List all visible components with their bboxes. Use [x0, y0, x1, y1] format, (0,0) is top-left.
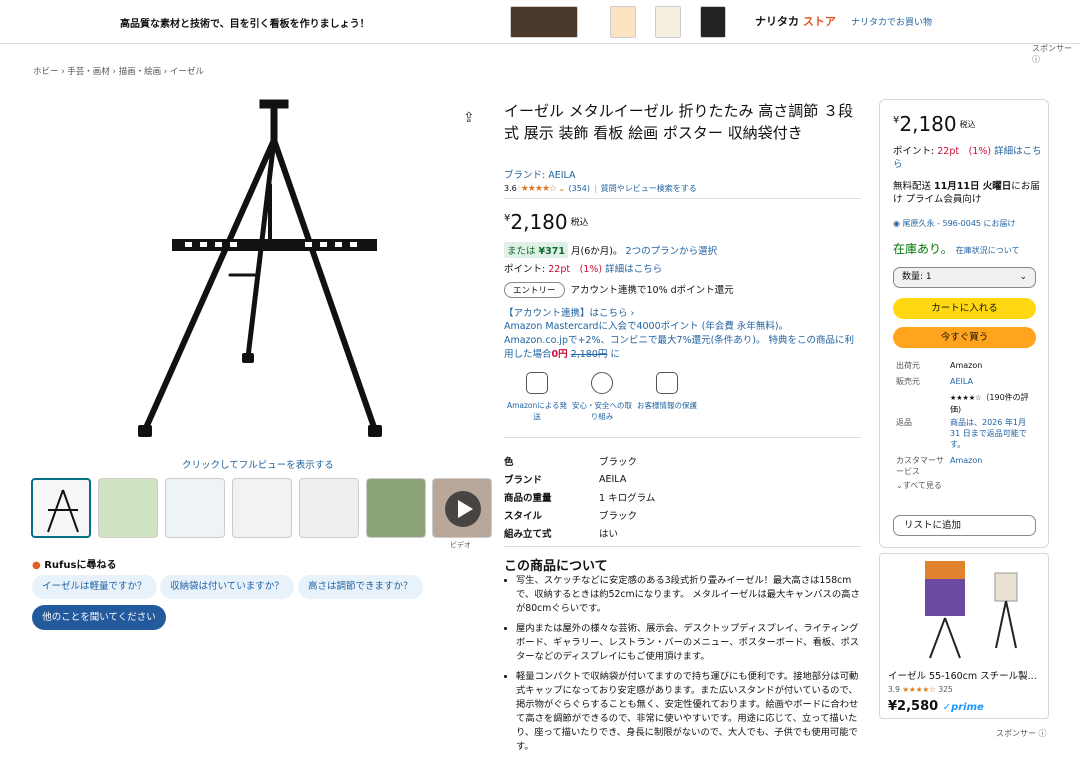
buy-box: ¥2,180 税込 ポイント: 22pt (1%) 詳細はこちら 無料配送 11月… [879, 99, 1049, 548]
rufus-icon: ● [32, 560, 41, 571]
rufus-ask-button[interactable]: 他のことを聞いてください [32, 605, 166, 630]
customer-service-link[interactable]: Amazon [950, 455, 982, 466]
seller-label: 販売元 [896, 377, 920, 386]
brand-link[interactable]: ブランド: AEILA [504, 167, 576, 181]
spec-table: 色ブラック ブランド AEILA 商品の重量 1 キログラム スタイル ブラック 組み… [504, 452, 655, 542]
thumbnail-4[interactable] [232, 478, 292, 538]
thumbnail-6[interactable] [366, 478, 426, 538]
customer-service-label: カスタマーサービス [896, 456, 944, 476]
banner-image-blackboard[interactable] [700, 6, 726, 38]
about-title: この商品について [504, 559, 608, 574]
rating-stars[interactable]: ★★★★☆ ⌄ [521, 184, 566, 194]
thumbnail-3[interactable] [165, 478, 225, 538]
ad-product-image [925, 561, 1018, 659]
banner-brand-logo[interactable]: ナリタカ ストア [755, 13, 836, 29]
add-to-cart-button[interactable]: カートに入れる [893, 298, 1036, 319]
delivery-location[interactable]: ◉ 尾原久永 - 596-0045 にお届け [893, 217, 1016, 230]
delivery-info: 無料配送 11月11日 火曜日にお届け プライム会員向け [893, 181, 1040, 205]
video-label: ビデオ [450, 541, 471, 549]
rufus-chip-3[interactable]: 高さは調節できますか？ [298, 575, 423, 599]
plan-link[interactable]: 2つのプランから選択 [626, 246, 718, 257]
buybox-points: ポイント: 22pt (1%) 詳細はこちら [893, 146, 1042, 170]
stock-link[interactable]: 在庫状況について [956, 246, 1020, 255]
buy-now-button[interactable]: 今すぐ買う [893, 327, 1036, 348]
thumbnail-5[interactable] [299, 478, 359, 538]
chevron-down-icon: ⌄ [1019, 272, 1027, 282]
rating-value: 3.6 [504, 184, 517, 193]
entry-row: エントリー アカウント連携で10% dポイント還元 [504, 282, 734, 298]
ad-price: ¥2,580 ✓prime [888, 699, 984, 714]
ship-from-value: Amazon [950, 361, 983, 370]
points-detail-link[interactable]: 詳細はこちら [605, 264, 662, 275]
truck-icon [526, 372, 548, 394]
ad-rating: 3.9 ★★★★☆ 325 [888, 685, 953, 694]
sponsored-banner[interactable]: 高品質な素材と技術で、目を引く看板を作りましょう！ ナリタカ ストア ナリタカで… [0, 0, 1080, 44]
rufus-chip-1[interactable]: イーゼルは軽量ですか？ [32, 575, 157, 599]
product-main-image[interactable] [30, 95, 490, 455]
thumbnail-1[interactable] [31, 478, 91, 538]
rating-row: 3.6 ★★★★☆ ⌄ (354) | 質問やレビュー検索をする [504, 183, 697, 194]
banner-image-storefront[interactable] [510, 6, 578, 38]
feature-safety[interactable]: 安心・安全への取り組み [570, 372, 634, 422]
product-title: イーゼル メタルイーゼル 折りたたみ 高さ調節 ３段式 展示 装飾 看板 絵画 … [504, 102, 854, 142]
stock-status: 在庫あり。 在庫状況について [893, 242, 1020, 256]
share-icon[interactable]: ⇪ [463, 110, 475, 126]
account-link[interactable]: 【アカウント連携】はこちら › [504, 305, 634, 319]
sponsor-label[interactable]: スポンサー ⓘ [996, 728, 1047, 739]
shield-check-icon [591, 372, 613, 394]
list-item: 写生、スケッチなどに安定感のある3段式折り畳みイーゼル！最大高さは158cmで、… [516, 574, 861, 616]
list-item: 軽量コンパクトで収納袋が付いてますので持ち運びにも便利です。接地部分は可動式キャ… [516, 670, 861, 754]
location-pin-icon: ◉ [893, 219, 900, 228]
spec-row: ブランド AEILA [504, 473, 627, 487]
clipboard-check-icon [656, 372, 678, 394]
spec-row: 商品の重量 1 キログラム [504, 493, 656, 504]
entry-button[interactable]: エントリー [504, 282, 565, 298]
about-bullets: 写生、スケッチなどに安定感のある3段式折り畳みイーゼル！最大高さは158cmで、… [504, 574, 861, 760]
sponsored-product-card[interactable]: イーゼル 55-160cm スチール製... 3.9 ★★★★☆ 325 ¥2,… [879, 553, 1049, 719]
installment-row: または ¥371 月(6か月)。 2つのプランから選択 [504, 242, 717, 258]
returns-label: 返品 [896, 418, 912, 427]
rufus-title: ● Rufusに尋ねる [32, 560, 117, 571]
sponsor-label[interactable]: スポンサー ⓘ [1032, 43, 1080, 65]
divider [504, 546, 861, 547]
quantity-select[interactable]: 数量: 1 ⌄ [893, 267, 1036, 288]
divider [504, 198, 861, 199]
qa-link[interactable]: 質問やレビュー検索をする [601, 183, 697, 194]
spec-row: 色ブラック [504, 457, 638, 468]
installment-badge: または ¥371 [504, 242, 568, 258]
thumbnail-video[interactable] [432, 478, 492, 538]
add-to-list-button[interactable]: リストに追加 [893, 515, 1036, 536]
feature-shipping[interactable]: Amazonによる発送 [505, 372, 569, 422]
product-price: ¥2,180 税込 [504, 210, 589, 234]
banner-tagline: 高品質な素材と技術で、目を引く看板を作りましょう！ [120, 19, 370, 30]
banner-image-aboard[interactable] [655, 6, 681, 38]
seller-rating[interactable]: ★★★★☆（190件の評価) [950, 392, 1035, 415]
play-icon [445, 491, 481, 527]
spec-row: スタイル ブラック [504, 511, 638, 522]
rufus-chip-2[interactable]: 収納袋は付いていますか？ [160, 575, 294, 599]
spec-row: 組み立て式 はい [504, 529, 619, 540]
divider [504, 437, 861, 438]
returns-policy-link[interactable]: 商品は、2026 年1月31 日まで返品可能です。 [950, 417, 1035, 450]
banner-shop-link[interactable]: ナリタカでお買い物 [851, 15, 932, 28]
buybox-price: ¥2,180 税込 [893, 112, 976, 136]
points-row: ポイント: 22pt (1%) 詳細はこちら [504, 264, 663, 275]
chevron-down-icon: ⌄ [896, 481, 903, 490]
mastercard-promo[interactable]: Amazon Mastercardに入会で4000ポイント (年会費 永年無料)… [504, 320, 861, 362]
banner-image-sign[interactable] [610, 6, 636, 38]
see-all-link[interactable]: ⌄すべて見る [896, 480, 942, 491]
seller-link[interactable]: AEILA [950, 376, 973, 387]
thumbnail-2[interactable] [98, 478, 158, 538]
list-item: 屋内または屋外の様々な芸術、展示会、デスクトップディスプレイ、ライティングボード… [516, 622, 861, 664]
ship-from-label: 出荷元 [896, 361, 920, 370]
ad-title[interactable]: イーゼル 55-160cm スチール製... [888, 668, 1037, 682]
breadcrumb[interactable]: ホビー › 手芸・画材 › 描画・絵画 › イーゼル [33, 65, 204, 77]
rating-count-link[interactable]: (354) [568, 184, 590, 193]
prime-badge: ✓prime [942, 702, 984, 713]
full-view-link[interactable]: クリックしてフルビューを表示する [182, 457, 334, 471]
feature-privacy[interactable]: お客様情報の保護 [635, 372, 699, 411]
